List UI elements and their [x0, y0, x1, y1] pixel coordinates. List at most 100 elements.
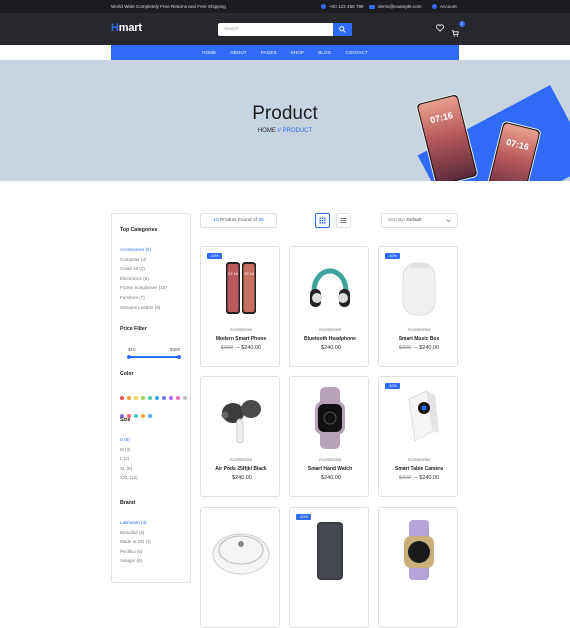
- list-view-button[interactable]: [336, 213, 351, 228]
- color-swatch[interactable]: [169, 396, 173, 400]
- filter-sidebar: Top Categories Accessories (6) Computer …: [111, 213, 191, 583]
- nav-blog[interactable]: BLOG: [311, 45, 338, 60]
- product-category[interactable]: Accessories: [379, 327, 457, 332]
- category-item[interactable]: Electronics (6): [120, 274, 167, 284]
- size-item[interactable]: L (2): [120, 454, 138, 464]
- brand-item[interactable]: Pecifico (6): [120, 547, 151, 557]
- grid-icon: [319, 217, 326, 224]
- speaker-icon[interactable]: [379, 253, 457, 323]
- discount-badge: -10%: [296, 514, 311, 520]
- camera-icon[interactable]: [379, 383, 457, 453]
- smartphone-icon[interactable]: 07:16 07:16: [201, 253, 279, 323]
- product-card[interactable]: [378, 507, 458, 628]
- size-item[interactable]: S (6): [120, 435, 138, 445]
- phone-link[interactable]: +00 123 456 789: [321, 0, 364, 13]
- product-name[interactable]: Smart Hand Watch: [290, 466, 368, 472]
- product-card[interactable]: Accessories Smart Hand Watch $240.00: [289, 376, 369, 497]
- logo[interactable]: Hmart: [111, 22, 142, 34]
- robot-vacuum-icon[interactable]: [201, 514, 279, 584]
- brand-item[interactable]: Xiaugsr (9): [120, 556, 151, 566]
- color-swatch[interactable]: [155, 396, 159, 400]
- product-category[interactable]: Accessories: [290, 327, 368, 332]
- svg-text:07:16: 07:16: [244, 271, 255, 276]
- power-bank-icon[interactable]: [290, 514, 368, 584]
- heart-icon[interactable]: [436, 24, 444, 32]
- color-swatch[interactable]: [141, 414, 145, 418]
- product-category[interactable]: Accessories: [201, 327, 279, 332]
- brand-item[interactable]: Made In GD (2): [120, 537, 151, 547]
- product-name[interactable]: Smart Table Camera: [379, 466, 457, 472]
- product-price: [201, 606, 279, 612]
- size-item[interactable]: M (4): [120, 445, 138, 455]
- breadcrumb-home[interactable]: HOME: [258, 128, 276, 134]
- shipping-message: World Wide Completely Free Returns and F…: [111, 4, 226, 9]
- color-swatch[interactable]: [120, 396, 124, 400]
- smartwatch-icon[interactable]: [379, 514, 457, 584]
- brand-item[interactable]: Beautiful (4): [120, 528, 151, 538]
- color-swatches: [120, 391, 190, 427]
- product-category[interactable]: Accessories: [290, 457, 368, 462]
- category-item[interactable]: Covid-19 (2): [120, 264, 167, 274]
- product-category[interactable]: Accessories: [201, 457, 279, 462]
- old-price: $300: [398, 345, 412, 351]
- product-card[interactable]: Accessories Air Pods 25Hjkl Black $240.00: [200, 376, 280, 497]
- color-swatch[interactable]: [148, 414, 152, 418]
- nav-home[interactable]: HOME: [195, 45, 223, 60]
- search-input[interactable]: Search: [224, 26, 238, 31]
- category-item[interactable]: Accessories (6): [120, 245, 167, 255]
- nav-pages[interactable]: PAGES: [254, 45, 284, 60]
- color-swatch[interactable]: [176, 396, 180, 400]
- nav-contact[interactable]: CONTACT: [338, 45, 375, 60]
- product-name[interactable]: Modern Smart Phone: [201, 336, 279, 342]
- color-title: Color: [120, 371, 134, 377]
- account-link[interactable]: Account: [432, 0, 457, 13]
- category-item[interactable]: Furniture (7): [120, 293, 167, 303]
- watch-icon[interactable]: [290, 383, 368, 453]
- breadcrumb-current: PRODUCT: [282, 128, 313, 134]
- color-swatch[interactable]: [127, 396, 131, 400]
- search-button[interactable]: [333, 23, 352, 36]
- product-name[interactable]: Smart Music Box: [379, 336, 457, 342]
- product-card[interactable]: 07:16 07:16 -10% Accessories Modern Smart Ph…: [200, 246, 280, 367]
- nav-about[interactable]: ABOUT: [223, 45, 253, 60]
- product-price: $300 – $240.00: [398, 475, 440, 481]
- product-card[interactable]: Accessories Bluetooth Headphone $240.00: [289, 246, 369, 367]
- earbuds-icon[interactable]: [201, 383, 279, 453]
- nav-shop[interactable]: SHOP: [284, 45, 311, 60]
- header: Hmart Search 0: [0, 13, 570, 45]
- color-swatch[interactable]: [148, 396, 152, 400]
- product-price: [290, 606, 368, 612]
- email-link[interactable]: demo@example.com: [369, 0, 421, 13]
- color-swatch[interactable]: [162, 396, 166, 400]
- product-card[interactable]: -10% Accessories Smart Table Camera $300 – …: [378, 376, 458, 497]
- color-swatch[interactable]: [183, 396, 187, 400]
- category-item[interactable]: Computer (4): [120, 255, 167, 265]
- cart-count-badge: 0: [459, 21, 465, 27]
- product-card[interactable]: -10% Accessories Smart Music Box $300 – $24…: [378, 246, 458, 367]
- price-slider[interactable]: [127, 355, 181, 359]
- product-category[interactable]: Accessories: [379, 457, 457, 462]
- sort-dropdown[interactable]: Sort By: Default: [381, 213, 458, 228]
- color-swatch[interactable]: [141, 396, 145, 400]
- page-banner: 07:16 07:16 Product HOME // PRODUCT: [0, 60, 570, 181]
- product-name[interactable]: Bluetooth Headphone: [290, 336, 368, 342]
- headphone-icon[interactable]: [290, 253, 368, 323]
- size-item[interactable]: XXL (12): [120, 473, 138, 483]
- category-item[interactable]: Genuine Leather (9): [120, 303, 167, 313]
- category-item[interactable]: Frame Sunglasses (12): [120, 283, 167, 293]
- brand-item[interactable]: Lakmeeto (4): [120, 518, 151, 528]
- current-price: $240.00: [419, 475, 440, 481]
- current-price: $240.00: [321, 345, 341, 351]
- grid-view-button[interactable]: [315, 213, 330, 228]
- color-swatch[interactable]: [134, 396, 138, 400]
- product-name[interactable]: Air Pods 25Hjkl Black: [201, 466, 279, 472]
- color-swatch[interactable]: [134, 414, 138, 418]
- product-card[interactable]: -10%: [289, 507, 369, 628]
- brand-list: Lakmeeto (4) Beautiful (4) Made In GD (2…: [120, 518, 151, 566]
- brand-title: Brand: [120, 500, 135, 506]
- user-icon: [432, 4, 437, 9]
- cart-button[interactable]: 0: [451, 21, 465, 42]
- product-card[interactable]: [200, 507, 280, 628]
- size-item[interactable]: XL (6): [120, 464, 138, 474]
- phone-icon: [321, 4, 326, 9]
